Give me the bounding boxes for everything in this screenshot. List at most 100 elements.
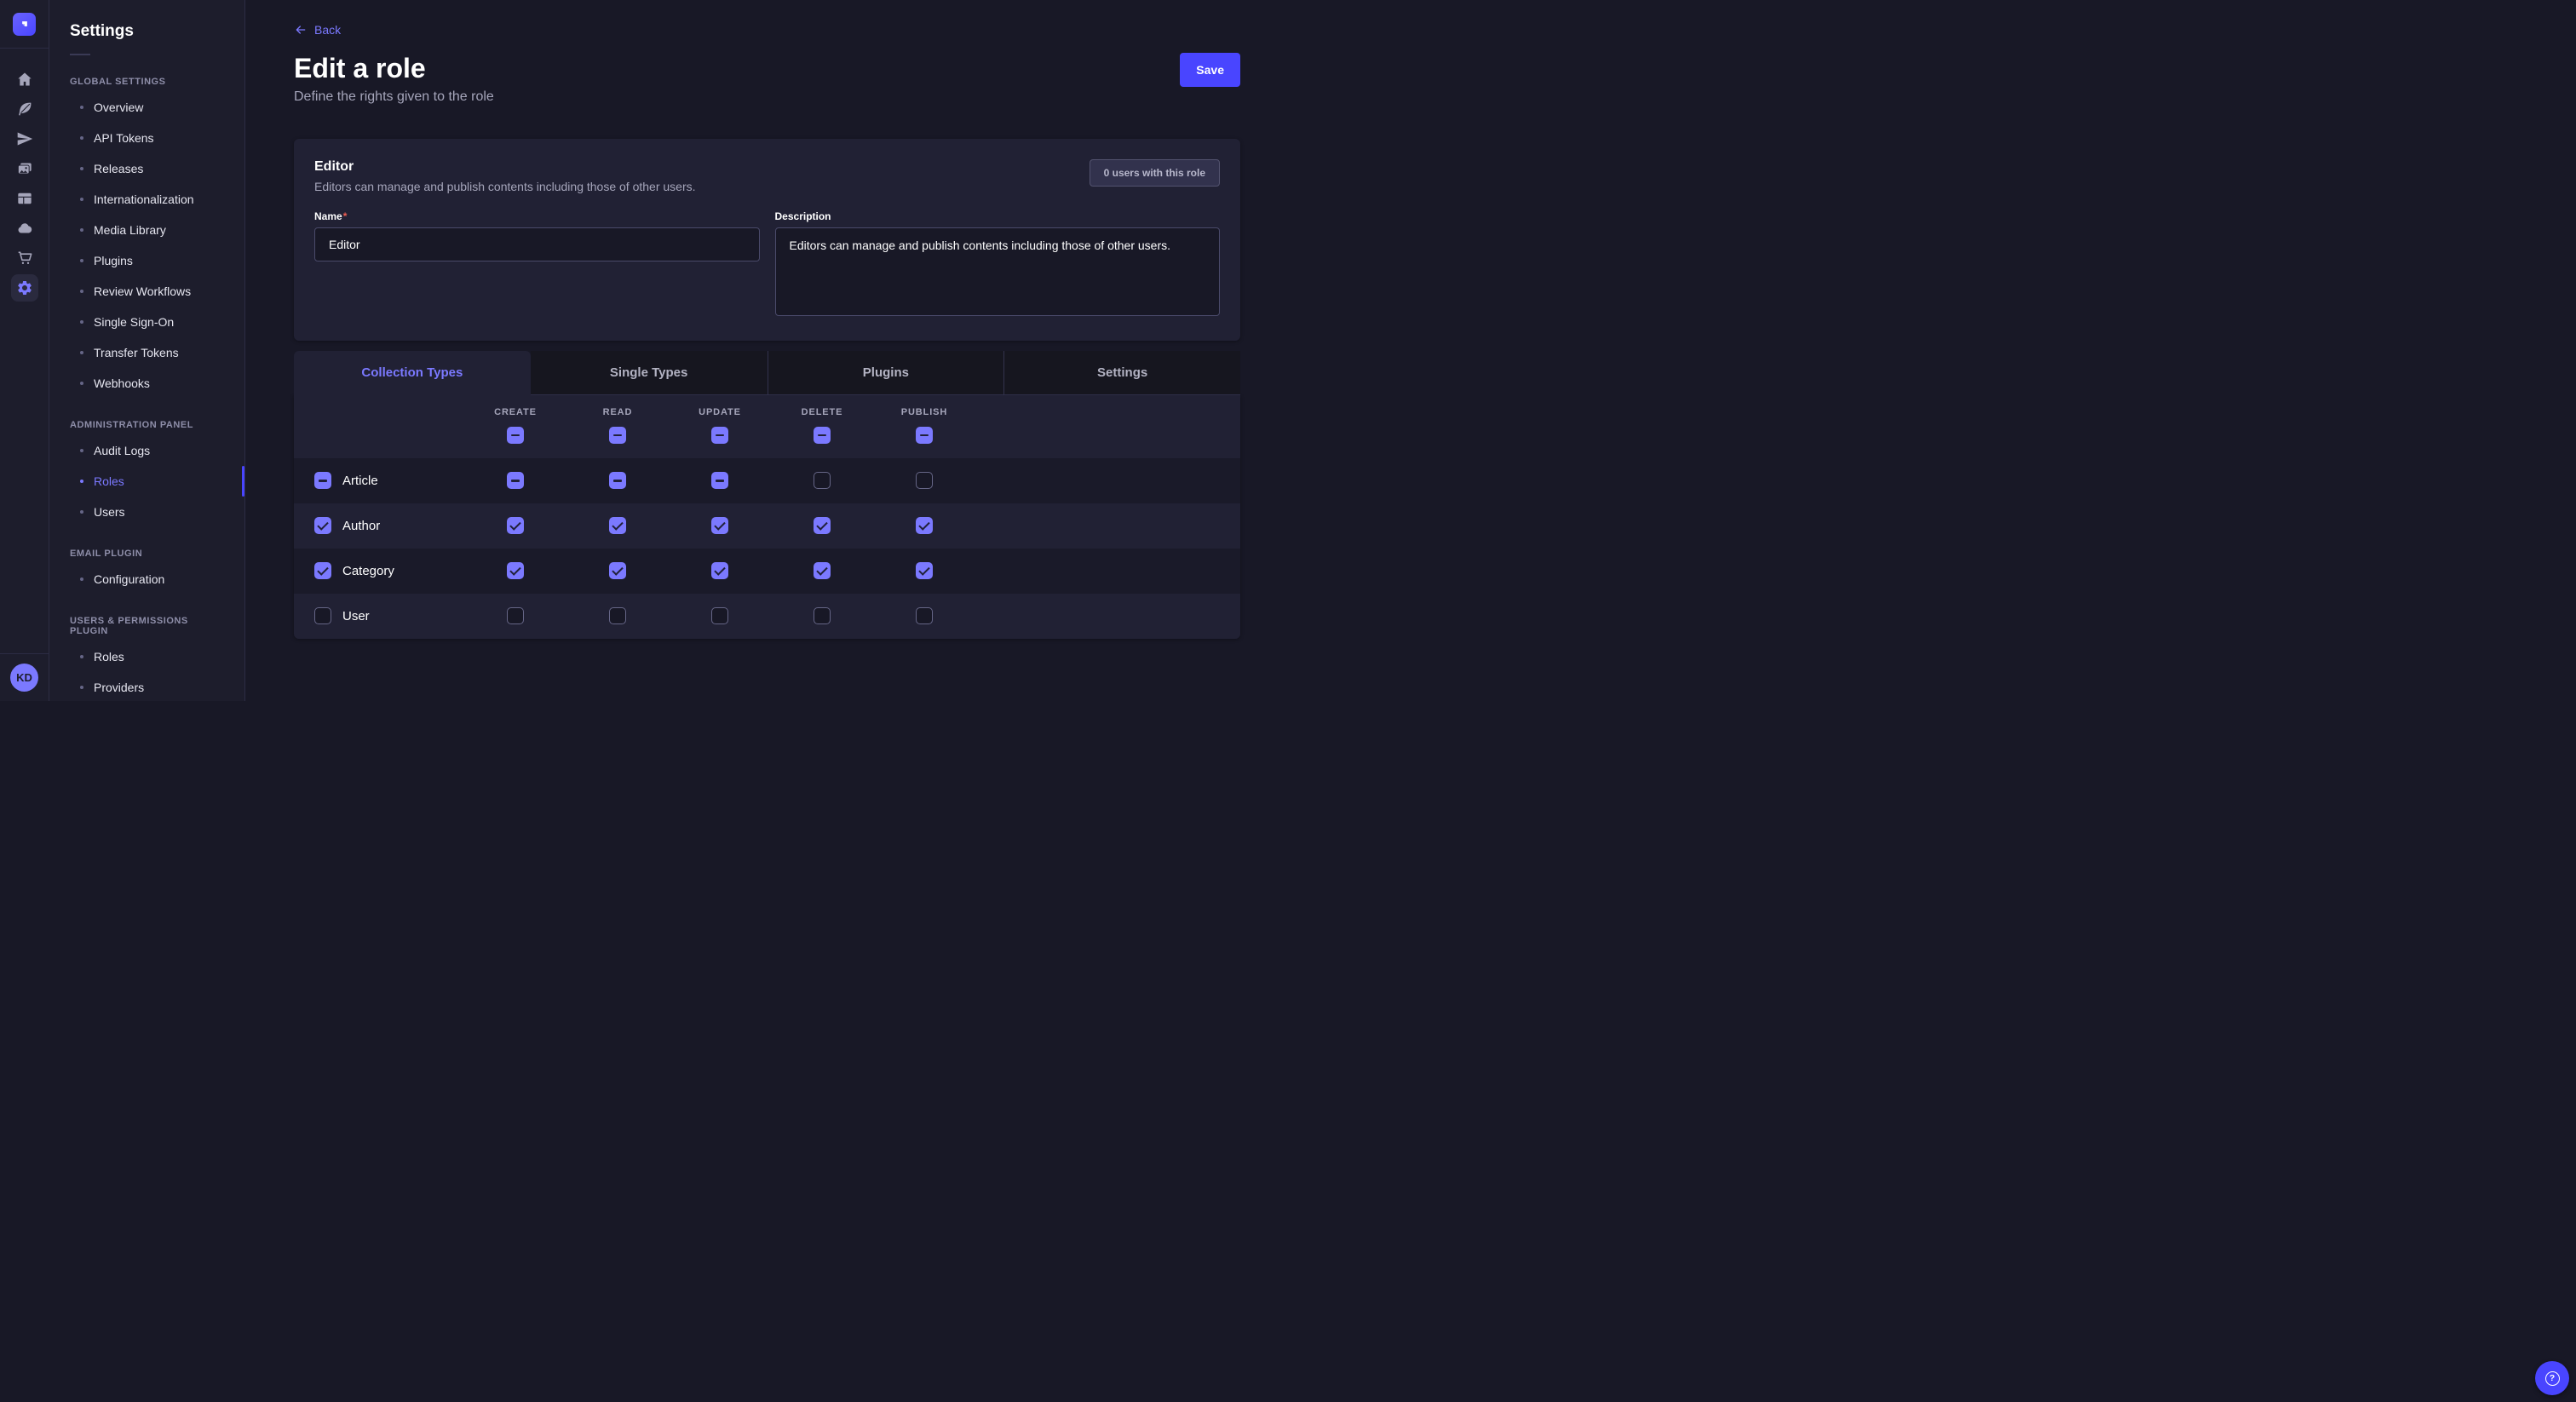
sidebar-item-roles[interactable]: Roles [49, 466, 244, 497]
feather-icon[interactable] [11, 95, 38, 123]
select-all-update-checkbox[interactable] [711, 427, 728, 444]
sidebar-item-label: Releases [94, 162, 143, 175]
save-button[interactable]: Save [1180, 53, 1240, 87]
checkbox-article-publish[interactable] [916, 472, 933, 489]
select-all-read-checkbox[interactable] [609, 427, 626, 444]
column-label: UPDATE [699, 407, 741, 417]
page-title: Edit a role [294, 53, 494, 84]
checkbox-user-create[interactable] [507, 607, 524, 624]
select-row-author-checkbox[interactable] [314, 517, 331, 534]
back-link[interactable]: Back [294, 23, 341, 37]
sidebar-item-configuration[interactable]: Configuration [49, 564, 244, 595]
strapi-logo[interactable] [13, 13, 36, 36]
checkbox-author-create[interactable] [507, 517, 524, 534]
sidebar-item-providers[interactable]: Providers [49, 672, 244, 703]
checkbox-article-update[interactable] [711, 472, 728, 489]
name-input[interactable] [314, 227, 760, 261]
bullet-icon [80, 480, 83, 483]
checkbox-category-create[interactable] [507, 562, 524, 579]
select-all-publish-checkbox[interactable] [916, 427, 933, 444]
permissions-tabs: Collection TypesSingle TypesPluginsSetti… [294, 351, 1240, 395]
permission-cell [566, 472, 669, 489]
sidebar-item-releases[interactable]: Releases [49, 153, 244, 184]
bullet-icon [80, 449, 83, 452]
select-all-create-checkbox[interactable] [507, 427, 524, 444]
sidebar-item-roles[interactable]: Roles [49, 641, 244, 672]
role-description-heading: Editors can manage and publish contents … [314, 180, 696, 193]
sidebar-item-single-sign-on[interactable]: Single Sign-On [49, 307, 244, 337]
checkbox-author-delete[interactable] [814, 517, 831, 534]
home-icon[interactable] [11, 66, 38, 93]
permission-cell [873, 472, 975, 489]
cart-icon[interactable] [11, 244, 38, 272]
sidebar-item-webhooks[interactable]: Webhooks [49, 368, 244, 399]
cloud-icon[interactable] [11, 215, 38, 242]
column-label: READ [603, 407, 633, 417]
tab-plugins[interactable]: Plugins [768, 351, 1004, 395]
sidebar-item-label: Providers [94, 681, 144, 694]
strapi-logo-icon [18, 18, 31, 31]
sidebar-item-label: Webhooks [94, 376, 150, 390]
checkbox-author-update[interactable] [711, 517, 728, 534]
description-textarea[interactable]: Editors can manage and publish contents … [775, 227, 1221, 316]
checkbox-category-publish[interactable] [916, 562, 933, 579]
sidebar-item-audit-logs[interactable]: Audit Logs [49, 435, 244, 466]
checkbox-user-update[interactable] [711, 607, 728, 624]
checkbox-user-publish[interactable] [916, 607, 933, 624]
description-label: Description [775, 210, 1221, 222]
page-subtitle: Define the rights given to the role [294, 89, 494, 105]
bullet-icon [80, 320, 83, 324]
permissions-card: Collection TypesSingle TypesPluginsSetti… [294, 351, 1240, 639]
select-row-user-checkbox[interactable] [314, 607, 331, 624]
permission-cell [464, 607, 566, 624]
select-row-category-checkbox[interactable] [314, 562, 331, 579]
select-row-article-checkbox[interactable] [314, 472, 331, 489]
tab-settings[interactable]: Settings [1003, 351, 1240, 395]
paper-plane-icon[interactable] [11, 125, 38, 152]
checkbox-author-read[interactable] [609, 517, 626, 534]
sidebar-item-label: Internationalization [94, 192, 194, 206]
gear-icon[interactable] [11, 274, 38, 302]
rail-bottom: KD [0, 653, 49, 701]
sidebar-item-internationalization[interactable]: Internationalization [49, 184, 244, 215]
tab-single-types[interactable]: Single Types [531, 351, 768, 395]
table-row-author: Author [294, 503, 1240, 549]
sidebar-item-media-library[interactable]: Media Library [49, 215, 244, 245]
users-count-badge: 0 users with this role [1090, 159, 1220, 187]
sidebar-item-api-tokens[interactable]: API Tokens [49, 123, 244, 153]
select-all-delete-checkbox[interactable] [814, 427, 831, 444]
checkbox-category-delete[interactable] [814, 562, 831, 579]
column-label: DELETE [802, 407, 843, 417]
sidebar-item-label: Configuration [94, 572, 164, 586]
help-button[interactable]: ? [2535, 1361, 2569, 1395]
sidebar-item-label: Users [94, 505, 125, 519]
sidebar-item-review-workflows[interactable]: Review Workflows [49, 276, 244, 307]
permission-cell [771, 562, 873, 579]
checkbox-category-update[interactable] [711, 562, 728, 579]
checkbox-author-publish[interactable] [916, 517, 933, 534]
permission-cell [669, 562, 771, 579]
checkbox-user-read[interactable] [609, 607, 626, 624]
avatar[interactable]: KD [10, 664, 38, 692]
column-header-create: CREATE [464, 407, 566, 444]
permissions-header-row: CREATEREADUPDATEDELETEPUBLISH [294, 395, 1240, 458]
sidebar-item-transfer-tokens[interactable]: Transfer Tokens [49, 337, 244, 368]
required-asterisk: * [343, 210, 348, 222]
checkbox-article-read[interactable] [609, 472, 626, 489]
checkbox-category-read[interactable] [609, 562, 626, 579]
sidebar-item-plugins[interactable]: Plugins [49, 245, 244, 276]
checkbox-article-create[interactable] [507, 472, 524, 489]
permissions-rows: ArticleAuthorCategoryUser [294, 458, 1240, 639]
checkbox-user-delete[interactable] [814, 607, 831, 624]
sidebar-item-label: Single Sign-On [94, 315, 174, 329]
checkbox-article-delete[interactable] [814, 472, 831, 489]
tab-collection-types[interactable]: Collection Types [294, 351, 531, 395]
section-label: USERS & PERMISSIONS PLUGIN [70, 616, 224, 636]
sidebar-item-users[interactable]: Users [49, 497, 244, 527]
sidebar-item-overview[interactable]: Overview [49, 92, 244, 123]
row-label-cell: Author [294, 517, 464, 534]
row-label: Category [342, 564, 394, 578]
media-library-icon[interactable] [11, 155, 38, 182]
sidebar-item-label: API Tokens [94, 131, 154, 145]
layout-icon[interactable] [11, 185, 38, 212]
